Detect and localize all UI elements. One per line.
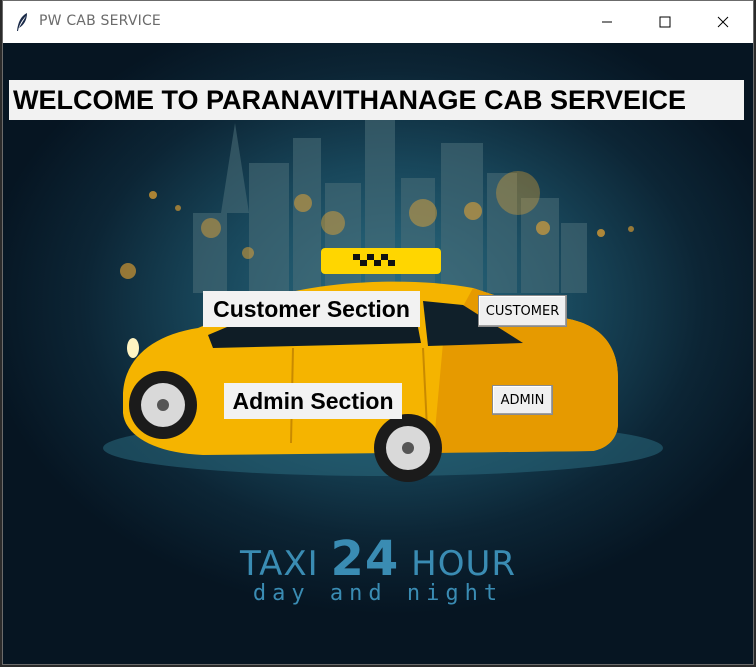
brand-tagline: day and night xyxy=(252,581,504,606)
brand-suffix: HOUR xyxy=(411,544,516,584)
background-canvas: WELCOME TO PARANAVITHANAGE CAB SERVEICE … xyxy=(3,43,753,664)
welcome-heading: WELCOME TO PARANAVITHANAGE CAB SERVEICE xyxy=(9,80,744,120)
admin-section-label: Admin Section xyxy=(224,383,402,419)
close-button[interactable] xyxy=(694,1,752,43)
taxi-24-hour-logo: TAXI 24 HOUR day and night xyxy=(3,531,753,606)
brand-prefix: TAXI xyxy=(240,544,319,584)
minimize-icon xyxy=(602,21,612,23)
maximize-button[interactable] xyxy=(636,1,694,43)
brand-title: TAXI 24 HOUR xyxy=(3,531,753,587)
admin-button[interactable]: ADMIN xyxy=(492,385,553,415)
app-window: PW CAB SERVICE WELCOME TO PARANAVITHANAG… xyxy=(2,0,754,665)
title-bar[interactable]: PW CAB SERVICE xyxy=(3,1,753,43)
minimize-button[interactable] xyxy=(578,1,636,43)
brand-number: 24 xyxy=(330,531,400,587)
feather-icon xyxy=(17,13,27,31)
window-title: PW CAB SERVICE xyxy=(39,13,161,29)
close-icon xyxy=(717,16,729,28)
customer-button[interactable]: CUSTOMER xyxy=(478,295,567,327)
customer-section-label: Customer Section xyxy=(203,291,420,327)
maximize-icon xyxy=(659,16,671,28)
